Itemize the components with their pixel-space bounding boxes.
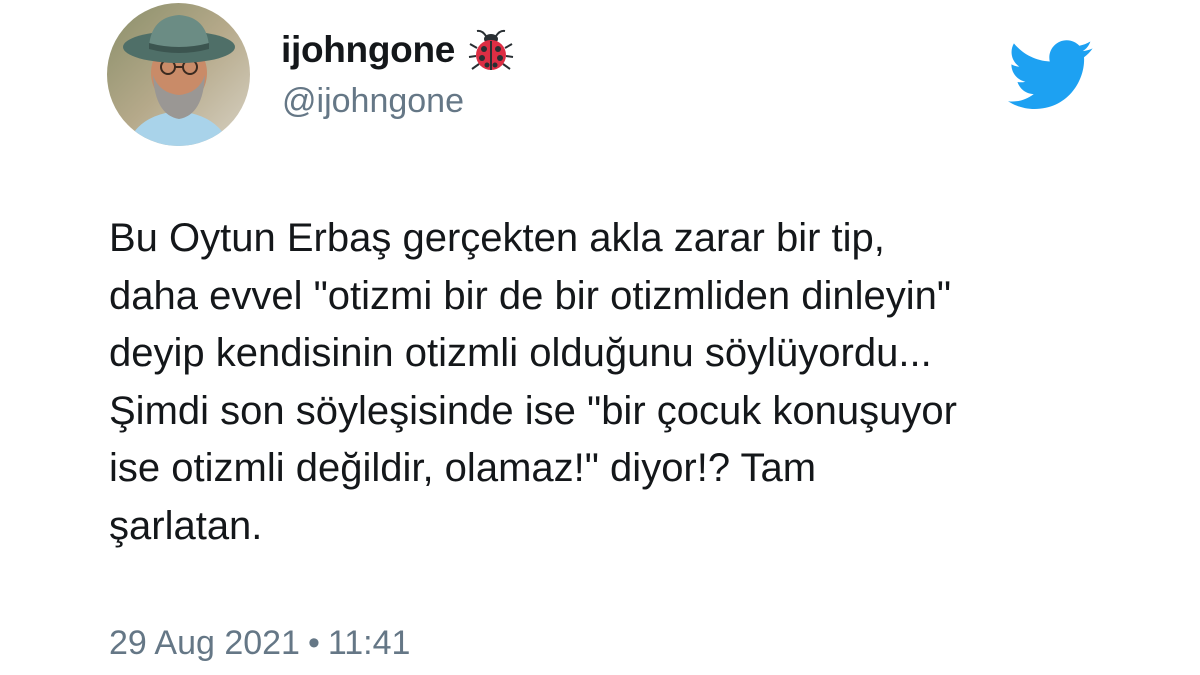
tweet-timestamp[interactable]: 29 Aug 2021 • 11:41 xyxy=(109,624,410,663)
tweet-time: 11:41 xyxy=(327,624,411,662)
tweet-date: 29 Aug 2021 xyxy=(109,624,300,662)
tweet-line: ise otizmli değildir, olamaz!" diyor!? T… xyxy=(109,446,817,490)
tweet-card: ijohngone @ijohngone Bu Oytun Erbaş gerç… xyxy=(0,0,1200,675)
avatar-photo xyxy=(107,3,250,146)
avatar[interactable] xyxy=(107,3,250,146)
tweet-line: deyip kendisinin otizmli olduğunu söylüy… xyxy=(109,331,932,375)
tweet-line: Bu Oytun Erbaş gerçekten akla zarar bir … xyxy=(109,216,885,260)
user-handle[interactable]: @ijohngone xyxy=(282,82,464,121)
timestamp-separator: • xyxy=(307,624,320,662)
tweet-line: Şimdi son söyleşisinde ise "bir çocuk ko… xyxy=(109,388,957,433)
tweet-line: daha evvel "otizmi bir de bir otizmliden… xyxy=(109,273,952,318)
tweet-line: şarlatan. xyxy=(109,503,263,548)
tweet-text: Bu Oytun Erbaş gerçekten akla zarar bir … xyxy=(109,210,1119,555)
ladybug-icon xyxy=(467,26,515,74)
display-name[interactable]: ijohngone xyxy=(281,29,455,71)
twitter-bird-icon[interactable] xyxy=(1007,40,1094,110)
display-name-row[interactable]: ijohngone xyxy=(281,24,515,76)
